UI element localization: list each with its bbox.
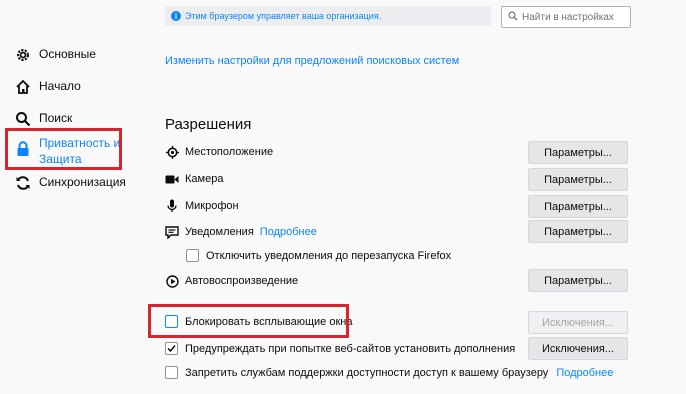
sidebar: Основные Начало Поиск Приватность и Защи… xyxy=(0,0,150,394)
permissions-title: Разрешения xyxy=(165,116,252,133)
camera-settings-button[interactable]: Параметры... xyxy=(528,168,628,191)
warn-addons-row[interactable]: Предупреждать при попытке веб-сайтов уст… xyxy=(165,342,515,355)
search-input[interactable] xyxy=(522,11,622,23)
autoplay-icon xyxy=(165,274,179,288)
sidebar-item-general[interactable]: Основные xyxy=(14,46,96,64)
block-accessibility-row[interactable]: Запретить службам поддержки доступности … xyxy=(165,366,613,379)
block-popups-row[interactable]: Блокировать всплывающие окна xyxy=(165,315,352,328)
autoplay-settings-button[interactable]: Параметры... xyxy=(528,269,628,292)
permission-label: Автовоспроизведение xyxy=(185,275,299,287)
sidebar-item-label: Поиск xyxy=(39,111,73,125)
block-accessibility-checkbox[interactable] xyxy=(165,366,178,379)
microphone-settings-button[interactable]: Параметры... xyxy=(528,195,628,218)
permission-row-location: Местоположение xyxy=(165,145,273,159)
sidebar-item-label: Начало xyxy=(39,79,81,93)
sync-icon xyxy=(14,174,32,192)
sidebar-item-label: Синхронизация xyxy=(39,175,126,189)
permission-row-autoplay: Автовоспроизведение xyxy=(165,274,298,288)
addon-exceptions-button[interactable]: Исключения... xyxy=(528,337,628,360)
sidebar-item-label: Основные xyxy=(39,47,96,61)
notification-icon xyxy=(165,225,179,239)
policy-notice-link[interactable]: Этим браузером управляет ваша организаци… xyxy=(185,11,381,21)
pause-notifications-row[interactable]: Отключить уведомления до перезапуска Fir… xyxy=(186,249,451,262)
gear-icon xyxy=(14,46,32,64)
popup-exceptions-button[interactable]: Исключения... xyxy=(528,311,628,334)
notifications-learn-more-link[interactable]: Подробнее xyxy=(260,226,317,238)
permission-label: Камера xyxy=(185,173,224,185)
block-popups-checkbox[interactable] xyxy=(165,315,178,328)
notifications-settings-button[interactable]: Параметры... xyxy=(528,220,628,243)
search-icon xyxy=(14,110,32,128)
camera-icon xyxy=(165,172,179,186)
accessibility-learn-more-link[interactable]: Подробнее xyxy=(556,367,613,379)
sidebar-item-search[interactable]: Поиск xyxy=(14,110,72,128)
permission-row-microphone: Микрофон xyxy=(165,199,239,213)
permission-label: Местоположение xyxy=(185,146,274,158)
home-icon xyxy=(14,78,32,96)
location-icon xyxy=(165,145,179,159)
sidebar-item-sync[interactable]: Синхронизация xyxy=(14,174,126,192)
microphone-icon xyxy=(165,199,179,213)
info-icon: i xyxy=(171,11,181,21)
permission-row-camera: Камера xyxy=(165,172,223,186)
change-search-suggestions-link[interactable]: Изменить настройки для предложений поиск… xyxy=(165,55,459,67)
policy-notice-bar: i Этим браузером управляет ваша организа… xyxy=(165,6,491,26)
permission-row-notifications: Уведомления Подробнее xyxy=(165,225,317,239)
checkmark-icon xyxy=(167,345,176,353)
permission-label: Микрофон xyxy=(185,200,239,212)
lock-icon xyxy=(14,140,32,158)
permission-label: Уведомления xyxy=(185,226,254,238)
block-popups-label: Блокировать всплывающие окна xyxy=(185,315,353,328)
search-icon xyxy=(508,10,518,24)
search-box[interactable] xyxy=(501,6,631,28)
pause-notifications-checkbox[interactable] xyxy=(186,249,199,262)
warn-addons-checkbox[interactable] xyxy=(165,342,178,355)
sidebar-item-privacy[interactable]: Приватность и Защита xyxy=(14,135,121,167)
location-settings-button[interactable]: Параметры... xyxy=(528,141,628,164)
sidebar-item-home[interactable]: Начало xyxy=(14,78,81,96)
pause-notifications-label: Отключить уведомления до перезапуска Fir… xyxy=(206,249,452,262)
sidebar-item-label: Приватность и Защита xyxy=(39,136,121,166)
warn-addons-label: Предупреждать при попытке веб-сайтов уст… xyxy=(185,342,516,355)
block-accessibility-label: Запретить службам поддержки доступности … xyxy=(185,366,549,379)
